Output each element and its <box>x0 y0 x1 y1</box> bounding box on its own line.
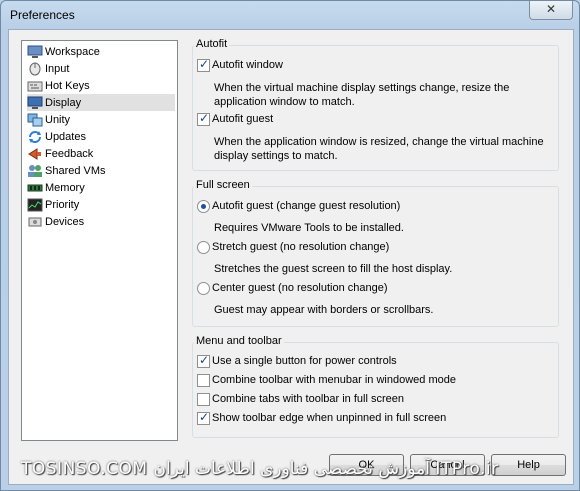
close-button[interactable]: ✕ <box>529 1 573 20</box>
stretch-guest-radio[interactable] <box>197 241 210 254</box>
shared-vms-icon <box>27 164 43 178</box>
dialog-body: Workspace Input Hot Keys Display Unity U… <box>8 29 574 485</box>
input-icon <box>27 62 43 76</box>
full-screen-group-title: Full screen <box>194 179 252 191</box>
sidebar-item-feedback[interactable]: Feedback <box>27 145 175 162</box>
title-bar[interactable]: Preferences ✕ <box>1 1 579 29</box>
sidebar-item-display[interactable]: Display <box>27 94 175 111</box>
category-list: Workspace Input Hot Keys Display Unity U… <box>21 40 178 441</box>
memory-icon <box>27 181 43 195</box>
feedback-icon <box>27 147 43 161</box>
sidebar-item-input[interactable]: Input <box>27 60 175 77</box>
combine-tabs-checkbox[interactable] <box>197 393 210 406</box>
watermark-text: TOSINSO.COM آموزش تخصصی فناوری اطلاعات ا… <box>21 459 499 479</box>
sidebar-item-updates[interactable]: Updates <box>27 128 175 145</box>
sidebar-item-hot-keys[interactable]: Hot Keys <box>27 77 175 94</box>
workspace-icon <box>27 45 43 59</box>
single-button-checkbox[interactable] <box>197 353 210 368</box>
close-icon: ✕ <box>545 2 557 16</box>
sidebar-item-label: Devices <box>45 215 85 228</box>
autofit-guest-checkbox[interactable] <box>197 111 210 126</box>
sidebar-item-label: Feedback <box>45 147 94 160</box>
devices-icon <box>27 215 43 229</box>
window-title: Preferences <box>10 8 75 22</box>
sidebar-item-label: Updates <box>45 130 86 143</box>
sidebar-item-label: Shared VMs <box>45 164 106 177</box>
show-toolbar-edge-label: Show toolbar edge when unpinned in full … <box>212 412 447 424</box>
sidebar-item-label: Hot Keys <box>45 79 90 92</box>
sidebar-item-label: Memory <box>45 181 85 194</box>
unity-icon <box>27 113 43 127</box>
sidebar-item-unity[interactable]: Unity <box>27 111 175 128</box>
help-button[interactable]: Help <box>491 454 566 476</box>
stretch-guest-radio-label: Stretch guest (no resolution change) <box>212 241 390 253</box>
combine-tabs-label: Combine tabs with toolbar in full screen <box>212 393 404 405</box>
sidebar-item-workspace[interactable]: Workspace <box>27 43 175 60</box>
sidebar-item-priority[interactable]: Priority <box>27 196 175 213</box>
autofit-guest-label: Autofit guest <box>212 113 274 125</box>
autofit-window-description: When the virtual machine display setting… <box>214 82 510 108</box>
autofit-guest-radio-description: Requires VMware Tools to be installed. <box>214 222 404 234</box>
sidebar-item-label: Display <box>45 96 82 109</box>
autofit-guest-radio[interactable] <box>197 200 210 213</box>
display-icon <box>27 96 43 110</box>
sidebar-item-label: Input <box>45 62 70 75</box>
autofit-guest-radio-label: Autofit guest (change guest resolution) <box>212 200 401 212</box>
center-guest-radio-label: Center guest (no resolution change) <box>212 282 388 294</box>
autofit-window-checkbox[interactable] <box>197 57 210 72</box>
center-guest-radio[interactable] <box>197 282 210 295</box>
autofit-group-title: Autofit <box>194 38 230 50</box>
stretch-guest-radio-description: Stretches the guest screen to fill the h… <box>214 263 453 275</box>
updates-icon <box>27 130 43 144</box>
combine-menubar-checkbox[interactable] <box>197 374 210 387</box>
hotkeys-icon <box>27 79 43 93</box>
sidebar-item-label: Workspace <box>45 45 100 58</box>
preferences-window: Preferences ✕ Workspace Input Hot Keys D… <box>0 0 580 491</box>
sidebar-item-memory[interactable]: Memory <box>27 179 175 196</box>
menu-toolbar-group-title: Menu and toolbar <box>194 335 284 347</box>
combine-menubar-label: Combine toolbar with menubar in windowed… <box>212 374 456 386</box>
autofit-guest-description: When the application window is resized, … <box>214 136 544 162</box>
priority-icon <box>27 198 43 212</box>
autofit-window-label: Autofit window <box>212 59 283 71</box>
sidebar-item-label: Priority <box>45 198 80 211</box>
center-guest-radio-description: Guest may appear with borders or scrollb… <box>214 304 434 316</box>
single-button-label: Use a single button for power controls <box>212 355 397 367</box>
sidebar-item-devices[interactable]: Devices <box>27 213 175 230</box>
show-toolbar-edge-checkbox[interactable] <box>197 410 210 425</box>
sidebar-item-label: Unity <box>45 113 71 126</box>
sidebar-item-shared-vms[interactable]: Shared VMs <box>27 162 175 179</box>
